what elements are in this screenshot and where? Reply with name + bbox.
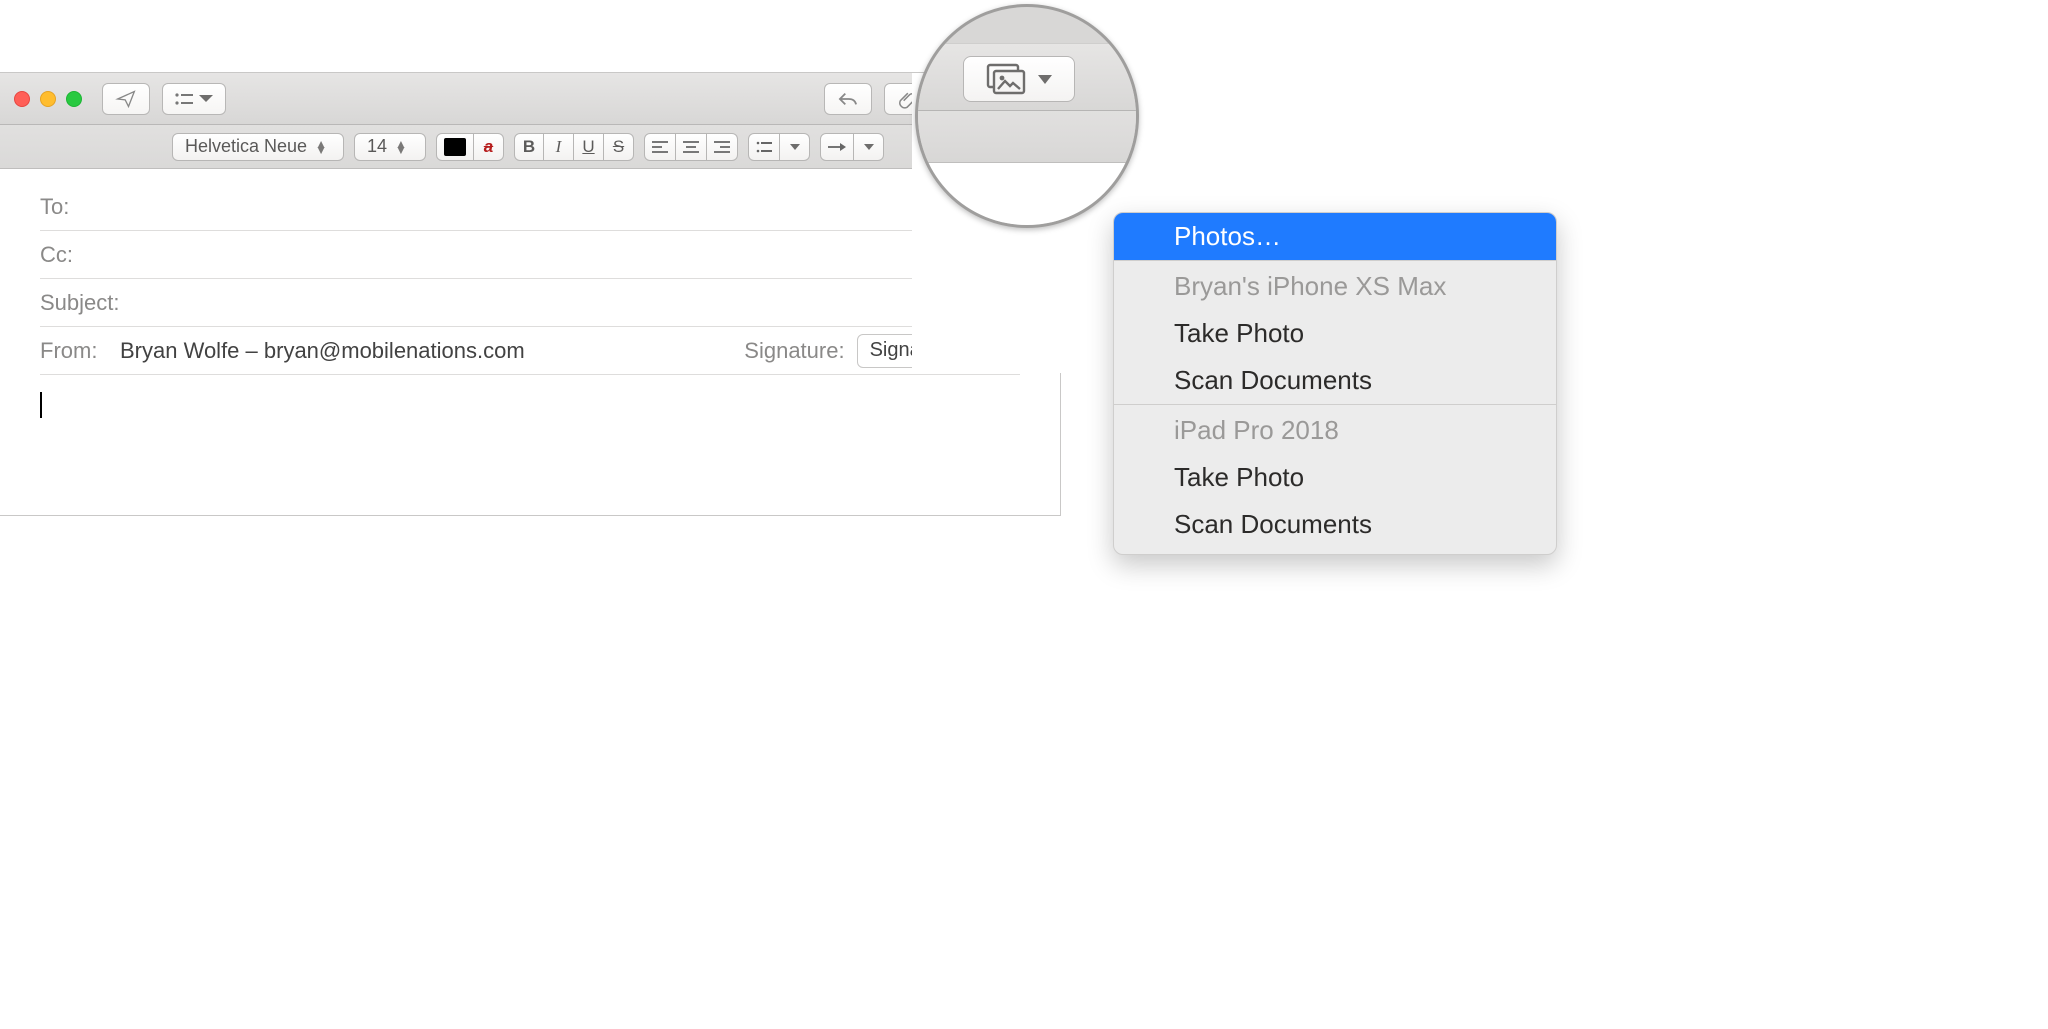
minimize-window[interactable]: [40, 91, 56, 107]
window-titlebar: A: [0, 73, 1060, 125]
photo-browser-button[interactable]: [963, 56, 1075, 102]
bg-color-picker[interactable]: a: [474, 133, 504, 161]
menu-item-device1-scan[interactable]: Scan Documents: [1114, 357, 1556, 404]
signature-select[interactable]: Signature #3 ▲▼: [857, 334, 1020, 368]
header-fields: To: Cc: Subject: From: Bryan Wolfe – bry…: [0, 169, 1060, 375]
bold-button[interactable]: B: [514, 133, 544, 161]
header-fields-toggle[interactable]: [162, 83, 226, 115]
highlight-a-icon: a: [484, 137, 493, 157]
font-size-select[interactable]: 14 ▲▼: [354, 133, 426, 161]
photo-browser-menu: Photos… Bryan's iPhone XS Max Take Photo…: [1113, 212, 1557, 555]
to-field-row[interactable]: To:: [40, 183, 1020, 231]
chevron-down-icon: [1038, 75, 1052, 84]
align-right-button[interactable]: [707, 133, 738, 161]
to-label: To:: [40, 194, 140, 220]
align-left-button[interactable]: [644, 133, 676, 161]
photo-stack-icon: [986, 63, 1028, 95]
list-group: [748, 133, 810, 161]
chevron-down-icon: [864, 144, 874, 150]
cc-field-row[interactable]: Cc:: [40, 231, 1020, 279]
menu-item-device1-take-photo[interactable]: Take Photo: [1114, 310, 1556, 357]
lens-formatbar: [918, 111, 1136, 163]
align-center-button[interactable]: [676, 133, 707, 161]
reply-button[interactable]: [824, 83, 872, 115]
paperclip-icon: [897, 88, 917, 110]
bullet-list-icon: [175, 92, 193, 106]
stepper-icon: ▲▼: [993, 334, 1019, 368]
text-color-swatch[interactable]: [436, 133, 474, 161]
traffic-lights: [14, 91, 82, 107]
font-family-select[interactable]: Helvetica Neue ▲▼: [172, 133, 344, 161]
indent-button[interactable]: [820, 133, 854, 161]
font-family-value: Helvetica Neue: [185, 136, 307, 157]
callout-lens: [915, 4, 1139, 228]
text-color-group: a: [436, 133, 504, 161]
indent-group: [820, 133, 884, 161]
text-caret: [40, 392, 42, 418]
message-body[interactable]: [0, 375, 1060, 515]
stepper-icon: ▲▼: [315, 141, 327, 153]
strike-button[interactable]: S: [604, 133, 634, 161]
list-style-dropdown[interactable]: [780, 133, 810, 161]
menu-header-device2: iPad Pro 2018: [1114, 405, 1556, 454]
from-field-row: From: Bryan Wolfe – bryan@mobilenations.…: [40, 327, 1020, 375]
zoom-window[interactable]: [66, 91, 82, 107]
text-style-group: B I U S: [514, 133, 634, 161]
italic-button[interactable]: I: [544, 133, 574, 161]
paper-plane-icon: [115, 89, 137, 109]
menu-item-photos[interactable]: Photos…: [1114, 213, 1556, 260]
font-size-value: 14: [367, 136, 387, 157]
menu-item-device2-scan[interactable]: Scan Documents: [1114, 501, 1556, 554]
underline-button[interactable]: U: [574, 133, 604, 161]
from-label: From:: [40, 338, 110, 364]
stepper-icon: ▲▼: [395, 141, 407, 153]
subject-label: Subject:: [40, 290, 140, 316]
signature-label: Signature:: [744, 338, 844, 364]
signature-value: Signature #3: [870, 339, 983, 362]
send-button[interactable]: [102, 83, 150, 115]
reply-icon: [837, 90, 859, 108]
cc-label: Cc:: [40, 242, 140, 268]
list-style-button[interactable]: [748, 133, 780, 161]
menu-item-device2-take-photo[interactable]: Take Photo: [1114, 454, 1556, 501]
chevron-down-icon: [790, 144, 800, 150]
menu-header-device1: Bryan's iPhone XS Max: [1114, 261, 1556, 310]
align-group: [644, 133, 738, 161]
lens-below: [918, 163, 1136, 228]
chevron-down-icon: [199, 95, 213, 102]
subject-field-row[interactable]: Subject:: [40, 279, 1020, 327]
format-bar: Helvetica Neue ▲▼ 14 ▲▼ a B I U S: [0, 125, 1060, 169]
compose-window: A Helvetica Neue ▲▼ 14 ▲▼ a B I U S: [0, 73, 1060, 515]
indent-dropdown[interactable]: [854, 133, 884, 161]
from-value[interactable]: Bryan Wolfe – bryan@mobilenations.com: [120, 338, 525, 364]
close-window[interactable]: [14, 91, 30, 107]
black-swatch-icon: [444, 138, 466, 156]
